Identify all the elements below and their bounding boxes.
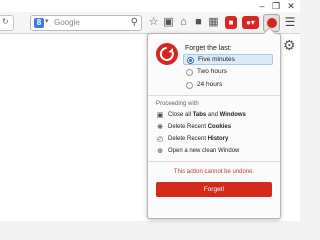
- navigation-toolbar: ↻ 8 ▾ Google ⚲ ☆ ▣ ⌂ ■ ▦ ■ ●▾ ☰: [0, 12, 300, 34]
- hamburger-menu-icon[interactable]: ☰: [284, 16, 296, 29]
- action-text: Delete Recent: [168, 136, 208, 142]
- divider: [148, 161, 280, 162]
- maximize-icon[interactable]: ❐: [270, 1, 282, 11]
- new-window-icon: ⊕: [157, 148, 163, 155]
- action-text: Close all: [168, 112, 193, 118]
- gear-icon[interactable]: ⚙: [283, 37, 296, 54]
- bookmark-star-icon[interactable]: ☆: [147, 16, 160, 29]
- radio-two-hours[interactable]: [186, 69, 193, 76]
- history-icon: ◴: [156, 136, 164, 143]
- windows-icon: ▣: [156, 112, 164, 119]
- action-bold: Cookies: [207, 124, 232, 130]
- google-icon[interactable]: 8: [34, 18, 44, 28]
- action-label: Open a new clean Window: [168, 148, 239, 154]
- option-24-hours[interactable]: 24 hours: [183, 80, 273, 91]
- option-label: Two hours: [197, 68, 227, 75]
- search-icon[interactable]: ⚲: [131, 17, 138, 28]
- action-bold: Tabs: [192, 112, 207, 118]
- action-text: Delete Recent: [168, 124, 208, 130]
- reading-list-icon[interactable]: ▣: [162, 16, 175, 29]
- downloads-icon[interactable]: ■: [192, 16, 205, 29]
- addon-red-icon[interactable]: ■: [225, 16, 237, 29]
- forget-logo-icon: [156, 43, 178, 65]
- search-bar[interactable]: 8 ▾ Google ⚲: [30, 15, 142, 31]
- title-bar: – ❐ ✕: [0, 0, 300, 12]
- action-label: Close all Tabs and Windows: [168, 112, 246, 118]
- forget-panel: Forget the last: Five minutes Two hours …: [147, 27, 281, 219]
- cookie-icon: ❋: [157, 124, 163, 131]
- option-label: Five minutes: [198, 56, 235, 63]
- forget-button[interactable]: Forget!: [156, 182, 272, 197]
- pocket-icon[interactable]: ▦: [207, 16, 220, 29]
- home-icon[interactable]: ⌂: [177, 16, 190, 29]
- option-five-minutes[interactable]: Five minutes: [183, 54, 273, 65]
- option-label: 24 hours: [197, 81, 223, 88]
- addon-dropdown-icon[interactable]: ●▾: [242, 16, 259, 29]
- action-bold: Windows: [219, 112, 246, 118]
- url-bar-end[interactable]: ↻: [0, 15, 14, 31]
- search-input[interactable]: Google: [54, 18, 80, 27]
- minimize-icon[interactable]: –: [256, 1, 268, 11]
- warning-text: This action cannot be undone.: [173, 169, 255, 175]
- action-text: and: [206, 112, 220, 118]
- divider: [148, 95, 280, 96]
- forget-the-last-label: Forget the last:: [185, 45, 232, 52]
- action-label: Delete Recent Cookies: [168, 124, 231, 130]
- reload-icon[interactable]: ↻: [2, 17, 9, 26]
- action-bold: History: [207, 136, 229, 142]
- close-icon[interactable]: ✕: [285, 1, 297, 11]
- action-text: Open a new clean Window: [168, 148, 240, 154]
- option-two-hours[interactable]: Two hours: [183, 67, 273, 78]
- radio-24-hours[interactable]: [186, 82, 193, 89]
- proceeding-with-label: Proceeding with: [156, 101, 199, 107]
- action-label: Delete Recent History: [168, 136, 228, 142]
- radio-five-minutes[interactable]: [187, 57, 194, 64]
- chevron-down-icon: ▾: [45, 18, 49, 25]
- browser-window: – ❐ ✕ ↻ 8 ▾ Google ⚲ ☆ ▣ ⌂ ■ ▦ ■ ●▾ ☰ ⚙: [0, 0, 300, 221]
